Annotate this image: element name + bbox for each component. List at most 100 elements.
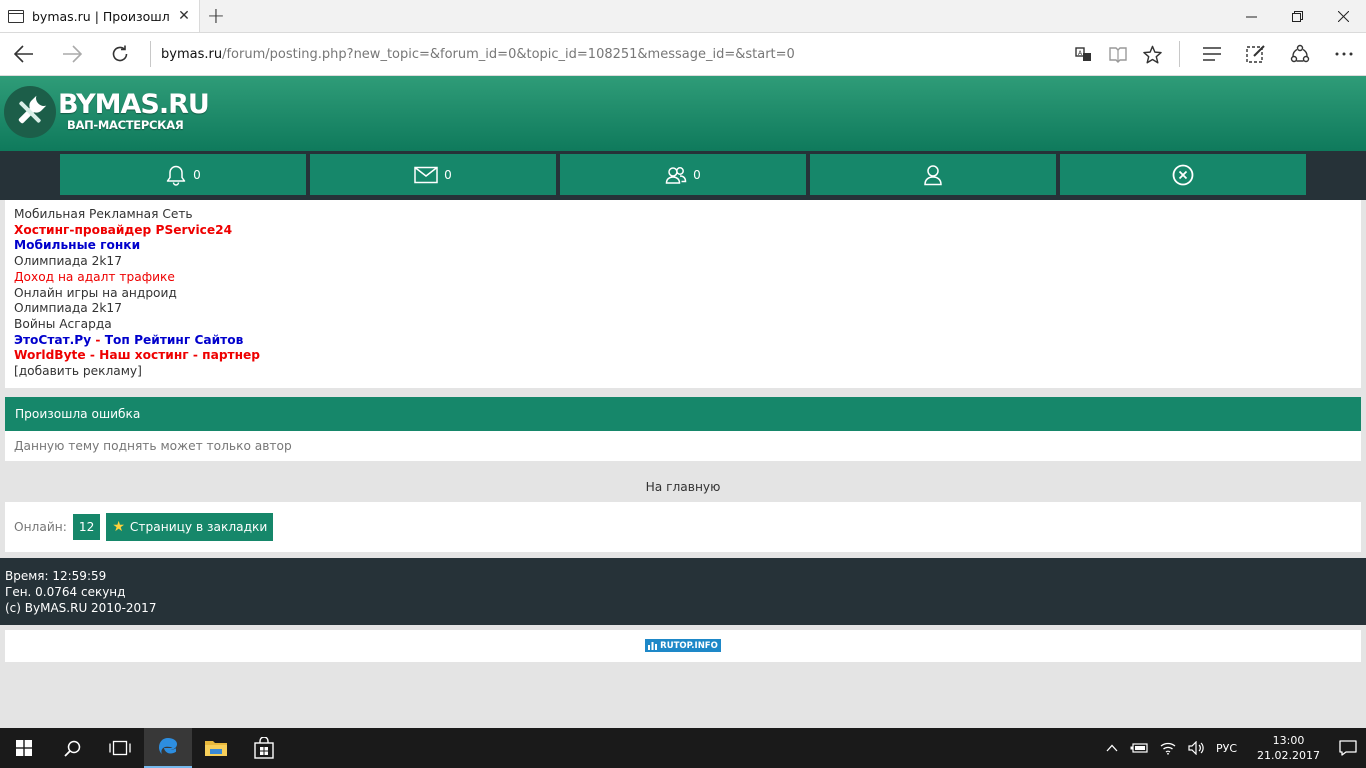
online-label: Онлайн:: [14, 519, 67, 534]
ad-link-part: Топ Рейтинг Сайтов: [104, 332, 244, 347]
ad-link[interactable]: Мобильная Рекламная Сеть: [14, 207, 1352, 223]
folder-icon: [205, 741, 227, 756]
ads-block: Мобильная Рекламная Сеть Хостинг-провайд…: [5, 200, 1361, 388]
ad-link[interactable]: ЭтоСтат.Ру - Топ Рейтинг Сайтов: [14, 333, 1352, 349]
page-content: Мобильная Рекламная Сеть Хостинг-провайд…: [0, 200, 1366, 662]
ad-link[interactable]: Мобильные гонки: [14, 238, 1352, 254]
web-note-button[interactable]: [1234, 33, 1278, 76]
close-window-button[interactable]: [1320, 0, 1366, 32]
forward-button[interactable]: [48, 33, 96, 76]
input-language[interactable]: РУС: [1216, 742, 1237, 755]
book-icon: [1109, 47, 1127, 63]
edge-icon: [159, 738, 177, 754]
ad-link[interactable]: Войны Асгарда: [14, 317, 1352, 333]
address-bar: bymas.ru/forum/posting.php?new_topic=&fo…: [0, 33, 1366, 76]
back-button[interactable]: [0, 33, 48, 76]
task-view-button[interactable]: [96, 728, 144, 768]
nav-notifications[interactable]: 0: [60, 154, 306, 195]
star-icon: ★: [112, 518, 125, 535]
close-tab-icon[interactable]: ✕: [177, 8, 191, 24]
ad-link-part: ЭтоСтат.Ру: [14, 332, 92, 347]
ad-link-separator: -: [91, 332, 105, 347]
clock-date: 21.02.2017: [1257, 749, 1320, 762]
ad-link[interactable]: Онлайн игры на андроид: [14, 286, 1352, 302]
ad-link[interactable]: Доход на адалт трафике: [14, 270, 1352, 286]
online-panel: Онлайн: 12 ★ Страницу в закладки: [5, 501, 1361, 552]
pen-note-icon: [1246, 45, 1265, 63]
ad-link[interactable]: Хостинг-провайдер PService24: [14, 223, 1352, 239]
url-separator: [150, 41, 151, 67]
share-icon: [1290, 44, 1310, 63]
ad-link[interactable]: Олимпиада 2k17: [14, 254, 1352, 270]
tab-bar-spacer: [232, 0, 1228, 32]
home-link-label[interactable]: На главную: [646, 480, 721, 494]
friends-count: 0: [693, 167, 701, 182]
url-host: bymas.ru: [161, 46, 223, 62]
edge-taskbar-button[interactable]: [144, 728, 192, 768]
bell-icon: [166, 165, 186, 186]
site-header: BYMAS.RU ВАП-МАСТЕРСКАЯ: [0, 76, 1366, 151]
new-tab-button[interactable]: +: [200, 0, 232, 32]
ad-link[interactable]: Олимпиада 2k17: [14, 301, 1352, 317]
store-button[interactable]: [240, 728, 288, 768]
favorite-button[interactable]: [1135, 33, 1169, 76]
taskbar-spacer: [288, 728, 1096, 768]
nav-messages[interactable]: 0: [310, 154, 556, 195]
back-arrow-icon: [14, 45, 33, 63]
restore-button[interactable]: [1274, 0, 1320, 32]
ad-link-part: Наш хостинг - партнер: [99, 348, 261, 363]
tools-separator: [1179, 41, 1180, 67]
copyright: (c) ByMAS.RU 2010-2017: [5, 600, 157, 615]
reading-view-button[interactable]: [1101, 33, 1135, 76]
counter-bar: RUTOP.INFO: [5, 629, 1361, 662]
bar-chart-icon: [648, 641, 658, 650]
notification-icon: [1339, 740, 1357, 756]
more-button[interactable]: [1322, 33, 1366, 76]
user-icon: [924, 164, 942, 185]
wifi-icon[interactable]: [1160, 741, 1176, 755]
store-bag-icon: [254, 737, 274, 759]
battery-icon[interactable]: [1130, 742, 1148, 754]
generation-time: Ген. 0.0764 секунд: [5, 584, 126, 599]
wrench-logo-icon[interactable]: [4, 86, 56, 138]
bookmark-button[interactable]: ★ Страницу в закладки: [106, 512, 274, 541]
translate-button[interactable]: A: [1067, 33, 1101, 76]
rutop-counter[interactable]: RUTOP.INFO: [645, 639, 721, 653]
start-button[interactable]: [0, 728, 48, 768]
share-button[interactable]: [1278, 33, 1322, 76]
notifications-count: 0: [193, 167, 201, 182]
nav-profile[interactable]: [810, 154, 1056, 195]
footer-info: Время: 12:59:59 Ген. 0.0764 секунд (c) B…: [0, 557, 1366, 625]
refresh-button[interactable]: [96, 33, 144, 76]
nav-logout[interactable]: [1060, 154, 1306, 195]
file-explorer-button[interactable]: [192, 728, 240, 768]
chevron-up-icon[interactable]: [1106, 744, 1118, 752]
action-center-button[interactable]: [1330, 728, 1366, 768]
taskbar-clock[interactable]: 13:00 21.02.2017: [1247, 728, 1330, 768]
messages-count: 0: [444, 167, 452, 182]
users-icon: [665, 166, 687, 184]
error-message: Данную тему поднять может только автор: [5, 430, 1361, 461]
translate-icon: A: [1075, 47, 1091, 61]
online-count-button[interactable]: 12: [72, 513, 101, 540]
more-dots-icon: [1335, 52, 1353, 56]
bookmark-label: Страницу в закладки: [129, 519, 268, 534]
add-ad-link[interactable]: [добавить рекламу]: [14, 364, 1352, 380]
home-link[interactable]: На главную: [5, 470, 1361, 502]
nav-friends[interactable]: 0: [560, 154, 806, 195]
tab-title: bymas.ru | Произошла: [32, 8, 169, 24]
browser-tab[interactable]: bymas.ru | Произошла ✕: [0, 0, 200, 32]
volume-icon[interactable]: [1188, 741, 1204, 755]
minimize-button[interactable]: [1228, 0, 1274, 32]
ad-link[interactable]: WorldByte - Наш хостинг - партнер: [14, 348, 1352, 364]
url-field[interactable]: bymas.ru/forum/posting.php?new_topic=&fo…: [161, 47, 1067, 62]
task-view-icon: [109, 740, 131, 756]
site-logo[interactable]: BYMAS.RU ВАП-МАСТЕРСКАЯ: [58, 89, 210, 132]
logo-title: BYMAS.RU: [58, 89, 210, 120]
forward-arrow-icon: [63, 45, 82, 63]
ad-link-part: WorldByte: [14, 348, 86, 363]
search-button[interactable]: [48, 728, 96, 768]
browser-tab-bar: bymas.ru | Произошла ✕ +: [0, 0, 1366, 33]
hub-button[interactable]: [1190, 33, 1234, 76]
search-icon: [63, 740, 80, 757]
